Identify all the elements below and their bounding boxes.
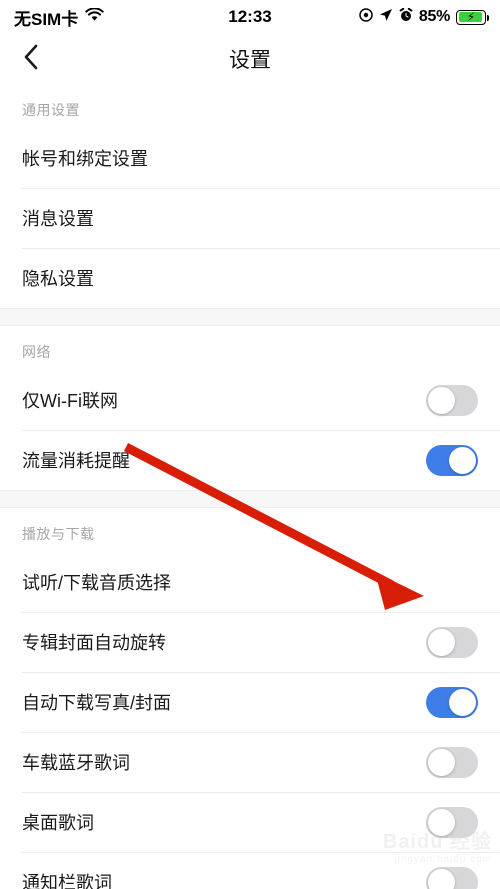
rotation-lock-icon xyxy=(359,7,373,27)
toggle-wifi-only[interactable] xyxy=(426,384,478,416)
phone-screen: 无SIM卡 12:33 85% ⚡ 设置 通用设置 帐号和绑定设置 消息设置 隐… xyxy=(0,0,500,889)
toggle-car-bluetooth-lyrics[interactable] xyxy=(426,746,478,778)
row-label: 车载蓝牙歌词 xyxy=(22,753,130,773)
status-bar-right: 85% ⚡ xyxy=(359,7,489,27)
section-divider xyxy=(0,490,500,508)
toggle-knob xyxy=(449,688,476,716)
toggle-knob xyxy=(428,628,455,656)
setting-row-message[interactable]: 消息设置 xyxy=(0,188,500,248)
section-header-playback: 播放与下载 xyxy=(0,508,500,552)
toggle-album-cover-rotate[interactable] xyxy=(426,626,478,658)
chevron-left-icon xyxy=(23,44,39,75)
setting-row-car-bluetooth-lyrics[interactable]: 车载蓝牙歌词 xyxy=(0,732,500,792)
setting-row-data-usage-alert[interactable]: 流量消耗提醒 xyxy=(0,430,500,490)
toggle-knob xyxy=(428,386,455,414)
section-divider xyxy=(0,308,500,326)
page-title: 设置 xyxy=(229,49,271,72)
row-label: 自动下载写真/封面 xyxy=(22,693,172,713)
toggle-knob xyxy=(428,808,455,836)
battery-icon: ⚡ xyxy=(456,9,489,25)
setting-row-notification-lyrics[interactable]: 通知栏歌词 xyxy=(0,852,500,889)
status-bar: 无SIM卡 12:33 85% ⚡ xyxy=(0,0,500,34)
row-label: 通知栏歌词 xyxy=(22,873,112,889)
row-label: 流量消耗提醒 xyxy=(22,451,130,471)
setting-row-album-cover-rotate[interactable]: 专辑封面自动旋转 xyxy=(0,612,500,672)
settings-list[interactable]: 通用设置 帐号和绑定设置 消息设置 隐私设置 网络 仅Wi-Fi联网 流量消耗提… xyxy=(0,84,500,889)
setting-row-audio-quality[interactable]: 试听/下载音质选择 xyxy=(0,552,500,612)
setting-row-desktop-lyrics[interactable]: 桌面歌词 xyxy=(0,792,500,852)
toggle-data-usage-alert[interactable] xyxy=(426,444,478,476)
nav-bar: 设置 xyxy=(0,34,500,84)
setting-row-auto-download-cover[interactable]: 自动下载写真/封面 xyxy=(0,672,500,732)
toggle-knob xyxy=(428,868,455,889)
alarm-clock-icon xyxy=(399,7,413,27)
location-arrow-icon xyxy=(379,7,393,27)
row-label: 隐私设置 xyxy=(22,269,94,289)
toggle-auto-download-cover[interactable] xyxy=(426,686,478,718)
row-label: 消息设置 xyxy=(22,209,94,229)
setting-row-wifi-only[interactable]: 仅Wi-Fi联网 xyxy=(0,370,500,430)
setting-row-account-binding[interactable]: 帐号和绑定设置 xyxy=(0,128,500,188)
toggle-notification-lyrics[interactable] xyxy=(426,866,478,889)
toggle-knob xyxy=(449,446,476,474)
toggle-knob xyxy=(428,748,455,776)
row-label: 试听/下载音质选择 xyxy=(22,573,172,593)
section-header-general: 通用设置 xyxy=(0,84,500,128)
row-label: 帐号和绑定设置 xyxy=(22,149,148,169)
row-label: 桌面歌词 xyxy=(22,813,94,833)
toggle-desktop-lyrics[interactable] xyxy=(426,806,478,838)
back-button[interactable] xyxy=(14,42,48,76)
battery-percent-label: 85% xyxy=(418,8,450,25)
row-label: 专辑封面自动旋转 xyxy=(22,633,166,653)
section-header-network: 网络 xyxy=(0,326,500,370)
setting-row-privacy[interactable]: 隐私设置 xyxy=(0,248,500,308)
lightning-bolt-icon: ⚡ xyxy=(466,10,476,24)
row-label: 仅Wi-Fi联网 xyxy=(22,391,118,411)
